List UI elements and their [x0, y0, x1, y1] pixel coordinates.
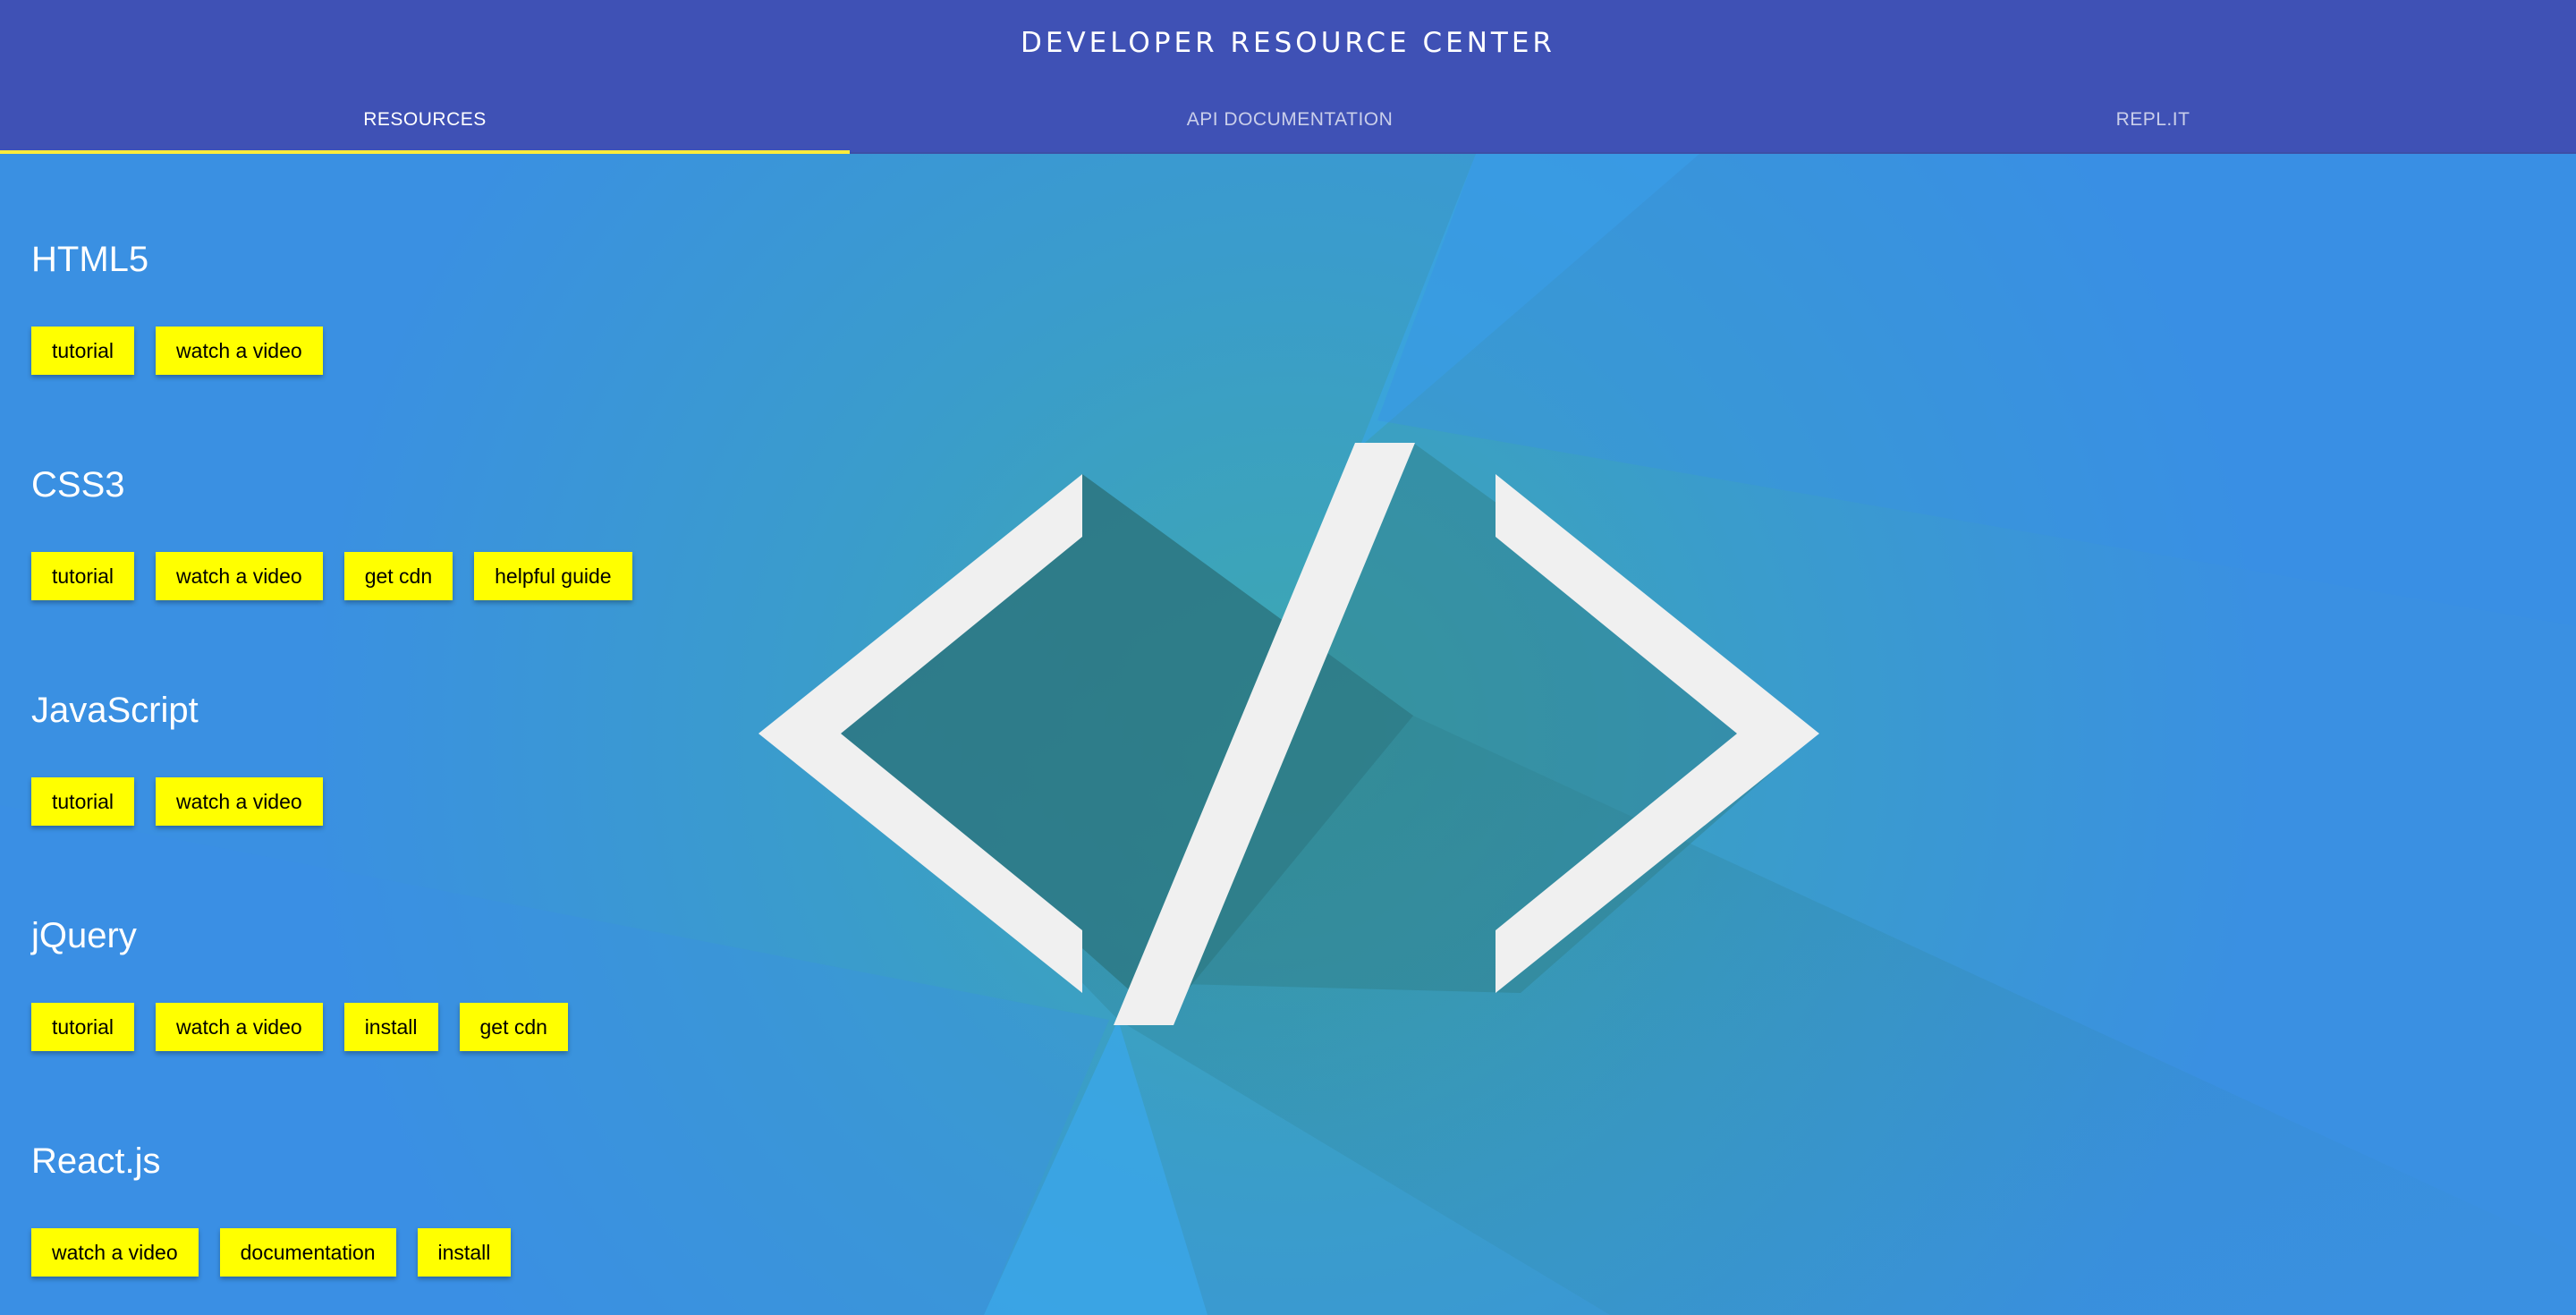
- section-title: React.js: [31, 1141, 161, 1181]
- button-row: watch a video documentation install: [31, 1228, 512, 1277]
- section-title: JavaScript: [31, 691, 199, 730]
- section-javascript: JavaScript tutorial watch a video: [31, 691, 1105, 826]
- tab-label: REPL.IT: [2115, 109, 2190, 130]
- button-row: tutorial watch a video: [31, 327, 323, 375]
- tutorial-button[interactable]: tutorial: [31, 777, 135, 826]
- section-title: HTML5: [31, 240, 149, 279]
- watch-video-button[interactable]: watch a video: [156, 777, 323, 826]
- button-row: tutorial watch a video install get cdn: [31, 1003, 568, 1051]
- get-cdn-button[interactable]: get cdn: [459, 1003, 568, 1051]
- tab-label: RESOURCES: [363, 109, 487, 130]
- watch-video-button[interactable]: watch a video: [156, 552, 323, 600]
- tab-label: API DOCUMENTATION: [1186, 109, 1394, 130]
- watch-video-button[interactable]: watch a video: [31, 1228, 199, 1277]
- tutorial-button[interactable]: tutorial: [31, 327, 135, 375]
- get-cdn-button[interactable]: get cdn: [343, 552, 453, 600]
- install-button[interactable]: install: [417, 1228, 512, 1277]
- helpful-guide-button[interactable]: helpful guide: [474, 552, 632, 600]
- watch-video-button[interactable]: watch a video: [156, 1003, 323, 1051]
- section-css3: CSS3 tutorial watch a video get cdn help…: [31, 465, 1105, 600]
- documentation-button[interactable]: documentation: [219, 1228, 396, 1277]
- section-reactjs: React.js watch a video documentation ins…: [31, 1141, 1105, 1277]
- tab-repl-it[interactable]: REPL.IT: [1730, 86, 2576, 154]
- active-tab-indicator: [0, 150, 850, 154]
- page-title: DEVELOPER RESOURCE CENTER: [1021, 27, 1555, 59]
- section-jquery: jQuery tutorial watch a video install ge…: [31, 916, 1105, 1051]
- tab-api-documentation[interactable]: API DOCUMENTATION: [850, 86, 1730, 154]
- button-row: tutorial watch a video get cdn helpful g…: [31, 552, 632, 600]
- section-html5: HTML5 tutorial watch a video: [31, 240, 1105, 375]
- tutorial-button[interactable]: tutorial: [31, 552, 135, 600]
- section-title: jQuery: [31, 916, 137, 955]
- tab-bar: RESOURCES API DOCUMENTATION REPL.IT: [0, 86, 2576, 154]
- install-button[interactable]: install: [343, 1003, 438, 1051]
- tutorial-button[interactable]: tutorial: [31, 1003, 135, 1051]
- section-title: CSS3: [31, 465, 125, 505]
- tab-resources[interactable]: RESOURCES: [0, 86, 850, 154]
- app-header: DEVELOPER RESOURCE CENTER RESOURCES API …: [0, 0, 2576, 154]
- button-row: tutorial watch a video: [31, 777, 323, 826]
- watch-video-button[interactable]: watch a video: [156, 327, 323, 375]
